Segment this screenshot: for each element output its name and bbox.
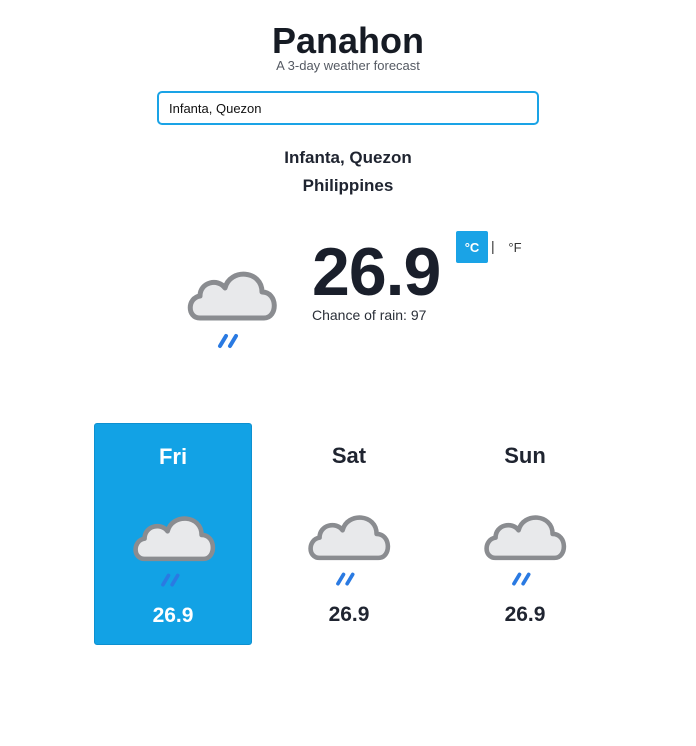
forecast-temperature: 26.9: [504, 603, 546, 626]
chance-of-rain: Chance of rain: 97: [312, 307, 427, 323]
rain-cloud-icon: [182, 258, 282, 350]
location-name: Infanta, Quezon: [284, 148, 412, 167]
forecast-day-name: Fri: [158, 444, 188, 469]
location-search-input[interactable]: [157, 91, 539, 125]
fahrenheit-toggle-button[interactable]: °F: [503, 231, 527, 263]
forecast-temperature: 26.9: [152, 604, 194, 627]
app-title: Panahon: [271, 20, 424, 61]
forecast-day-name: Sun: [504, 443, 546, 468]
forecast-card-sat[interactable]: Sat 26.9: [270, 423, 428, 645]
unit-separator: |: [491, 238, 495, 254]
current-temperature: 26.9: [312, 234, 441, 310]
rain-cloud-icon: [303, 501, 395, 589]
forecast-card-sun[interactable]: Sun 26.9: [446, 423, 604, 645]
forecast-day-name: Sat: [331, 443, 367, 468]
rain-cloud-icon: [479, 501, 571, 589]
forecast-temperature: 26.9: [328, 603, 370, 626]
forecast-card-fri[interactable]: Fri 26.9: [94, 423, 252, 645]
location-country: Philippines: [302, 176, 394, 195]
rain-cloud-icon: [128, 502, 220, 590]
celsius-toggle-button[interactable]: °C: [456, 231, 488, 263]
app-subtitle: A 3-day weather forecast: [276, 58, 420, 73]
